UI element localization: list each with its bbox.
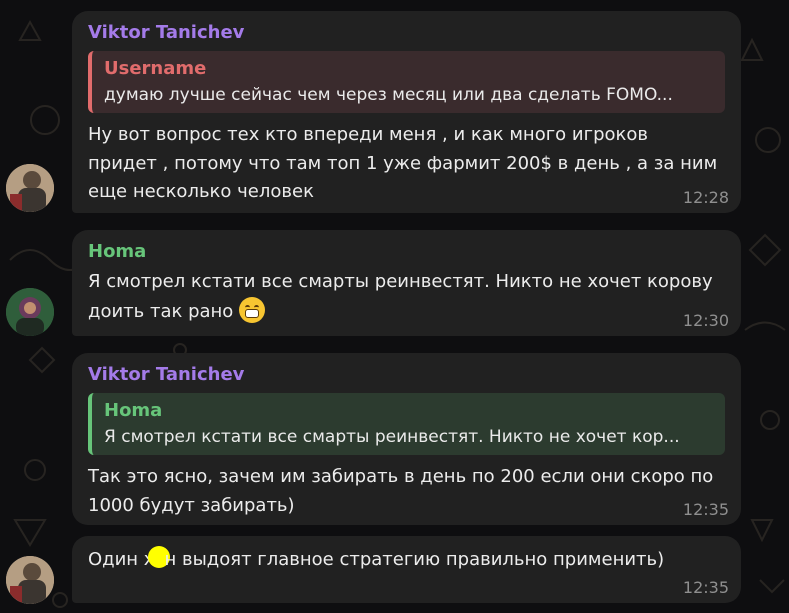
message-line: Так это ясно, зачем им забирать в день п… [88, 466, 714, 487]
message-bubble[interactable]: Viktor Tanichev Homa Я смотрел кстати вс… [72, 353, 741, 525]
avatar[interactable] [6, 164, 54, 212]
reply-quote[interactable]: Homa Я смотрел кстати все смарты реинвес… [88, 393, 725, 455]
avatar[interactable] [6, 288, 54, 336]
message-time: 12:35 [682, 578, 729, 597]
message-line-text: доить так рано [88, 300, 234, 322]
reply-author: Homa [104, 400, 163, 421]
reply-quote[interactable]: Username думаю лучше сейчас чем через ме… [88, 51, 725, 113]
avatar[interactable] [6, 556, 54, 604]
message-line: еще несколько человек [88, 181, 314, 202]
message-text: Ну вот вопрос тех кто впереди меня , и к… [88, 121, 725, 207]
avatar-photo-icon [6, 556, 54, 604]
message-bubble[interactable]: Homa Я смотрел кстати все смарты реинвес… [72, 230, 741, 336]
reply-text: думаю лучше сейчас чем через месяц или д… [104, 85, 673, 105]
message-line: 1000 будут забирать) [88, 494, 295, 516]
message-text-start: Один х [88, 549, 155, 570]
message-line: Я смотрел кстати все смарты реинвестят. … [88, 271, 713, 292]
sender-name[interactable]: Viktor Tanichev [88, 21, 725, 45]
message-time: 12:35 [682, 500, 729, 519]
message-text-end: н выдоят главное стратегию правильно при… [164, 549, 665, 570]
sender-name[interactable]: Homa [88, 240, 725, 264]
message-time: 12:30 [682, 311, 729, 330]
avatar-photo-icon [6, 288, 54, 336]
message-text: Я смотрел кстати все смарты реинвестят. … [88, 268, 725, 326]
message-time: 12:28 [682, 188, 729, 207]
avatar-photo-icon [6, 164, 54, 212]
message-text: Один х н выдоят главное стратегию правиль… [88, 546, 725, 575]
grimacing-face-emoji-icon [239, 296, 266, 323]
reply-text: Я смотрел кстати все смарты реинвестят. … [104, 427, 680, 447]
message-line: придет , потому что там топ 1 уже фармит… [88, 152, 718, 174]
message-bubble[interactable]: Viktor Tanichev Username думаю лучше сей… [72, 11, 741, 213]
sender-name[interactable]: Viktor Tanichev [88, 363, 725, 387]
message-line: Ну вот вопрос тех кто впереди меня , и к… [88, 124, 648, 145]
message-bubble[interactable]: Один х н выдоят главное стратегию правиль… [72, 536, 741, 603]
message-text: Так это ясно, зачем им забирать в день п… [88, 463, 725, 520]
message-line: доить так рано [88, 296, 725, 327]
reply-author: Username [104, 58, 207, 79]
